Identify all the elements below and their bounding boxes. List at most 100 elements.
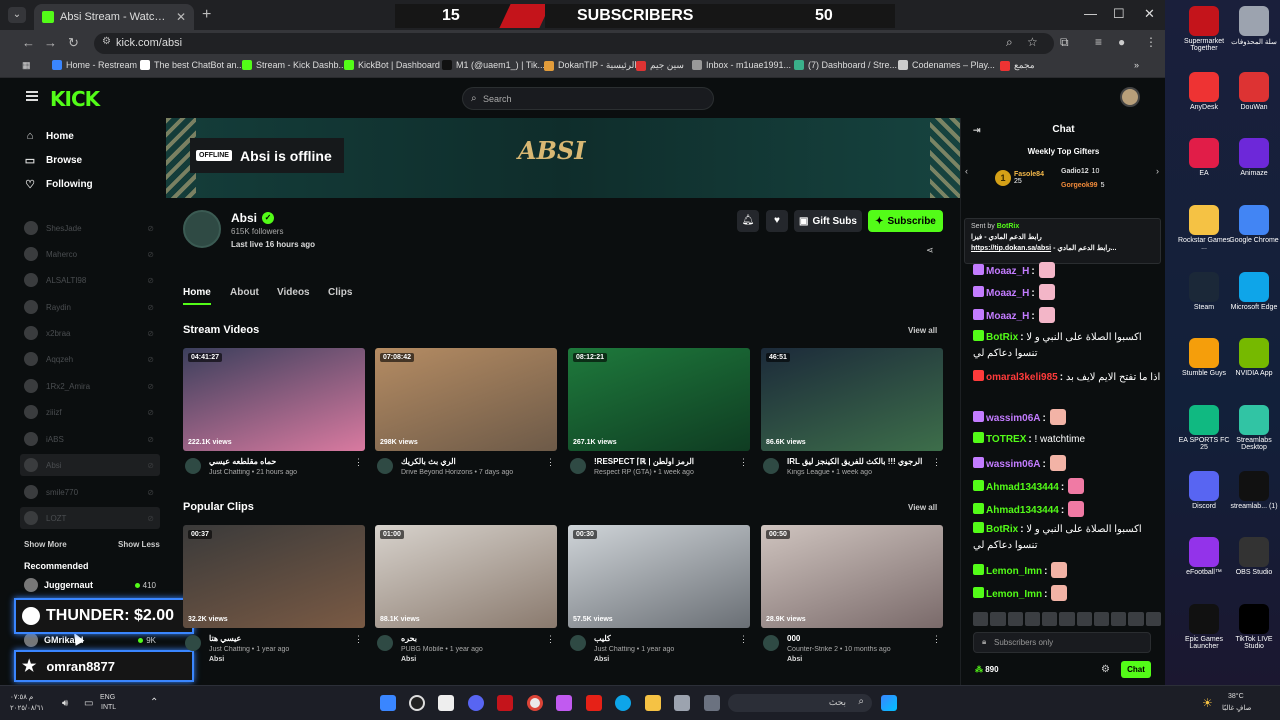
pinned-link[interactable]: https://tip.dokan.sa/absi xyxy=(971,245,1051,252)
tab-clips[interactable]: Clips xyxy=(328,287,352,298)
more-options-icon[interactable]: ⋮ xyxy=(739,634,748,645)
close-tab-icon[interactable]: ✕ xyxy=(176,10,186,24)
desktop-shortcut[interactable]: Google Chrome xyxy=(1227,205,1280,244)
emote-icon[interactable] xyxy=(1111,612,1127,626)
bookmark-7[interactable]: سين جيم xyxy=(636,60,684,71)
desktop-shortcut[interactable]: OBS Studio xyxy=(1227,537,1280,576)
clip-card[interactable]: 00:30 57.5K views كليب Just Chatting • 1 ye… xyxy=(568,525,750,663)
chat-message[interactable]: Moaaz_H: xyxy=(973,307,1161,325)
following-item[interactable]: iABS ⊘ xyxy=(20,428,160,450)
follow-heart-button[interactable]: ♥ xyxy=(766,210,788,232)
site-info-icon[interactable]: ⚙ xyxy=(102,36,111,47)
emote-icon[interactable] xyxy=(973,612,989,626)
weather-temp[interactable]: 38°C xyxy=(1228,693,1244,700)
bookmark-11[interactable]: مجمع xyxy=(1000,60,1035,71)
emote-icon[interactable] xyxy=(1145,612,1161,626)
emote-icon[interactable] xyxy=(1042,612,1058,626)
chat-message[interactable]: wassim06A: xyxy=(973,455,1161,473)
video-title[interactable]: IRL الرجوي !!! بالكث للفريق الكينجز ليق xyxy=(787,457,927,466)
desktop-shortcut[interactable]: AnyDesk xyxy=(1177,72,1231,111)
recommended-item[interactable]: Juggernaut 410 xyxy=(24,578,158,592)
zoom-icon[interactable]: ⌕ xyxy=(1006,35,1013,50)
chat-message[interactable]: BotRix: اكسبوا الصلاة على النبي و لا تنس… xyxy=(973,330,1161,362)
clip-card[interactable]: 01:00 88.1K views بحره PUBG Mobile • 1 year… xyxy=(375,525,557,663)
desktop-shortcut[interactable]: Rockstar Games ... xyxy=(1177,205,1231,251)
desktop-shortcut[interactable]: TikTok LIVE Studio xyxy=(1227,604,1280,650)
more-options-icon[interactable]: ⋮ xyxy=(739,457,748,468)
show-more-button[interactable]: Show More xyxy=(24,540,67,549)
sidebar-item-following[interactable]: ♡ Following xyxy=(24,178,93,191)
collapse-chat-icon[interactable]: ⇥ xyxy=(973,118,981,142)
discord-taskbar-icon[interactable] xyxy=(468,695,484,711)
menu-dots-icon[interactable]: ⋮ xyxy=(1145,35,1157,49)
input-language[interactable]: ENG xyxy=(100,694,115,701)
gifters-prev-icon[interactable]: ‹ xyxy=(965,166,968,176)
following-item[interactable]: Raydin ⊘ xyxy=(20,296,160,318)
channel-avatar-small[interactable] xyxy=(185,635,201,651)
chat-message[interactable]: Moaaz_H: xyxy=(973,284,1161,302)
apps-icon[interactable]: ▦ xyxy=(22,60,31,71)
more-options-icon[interactable]: ⋮ xyxy=(354,634,363,645)
bookmark-9[interactable]: (7) Dashboard / Stre... xyxy=(794,60,897,70)
tab-about[interactable]: About xyxy=(230,287,259,298)
pinned-message[interactable]: Sent by BotRix رابط الدعم المادي - فيزا … xyxy=(964,218,1161,264)
reload-icon[interactable]: ↻ xyxy=(68,35,79,51)
following-item[interactable]: Aqqzeh ⊘ xyxy=(20,348,160,370)
chat-message[interactable]: wassim06A: xyxy=(973,409,1161,427)
desktop-shortcut[interactable]: Stumble Guys xyxy=(1177,338,1231,377)
chat-input[interactable]: 🔒︎ Subscribers only xyxy=(973,632,1151,653)
video-title[interactable]: حماه مقلطعه عيسي xyxy=(209,457,349,466)
emote-icon[interactable] xyxy=(1059,612,1075,626)
chat-username[interactable]: TOTREX xyxy=(986,434,1026,445)
chat-message[interactable]: Ahmad1343444: xyxy=(973,501,1161,519)
taskbar-app-icon[interactable] xyxy=(704,695,720,711)
following-item[interactable]: smile770 ⊘ xyxy=(20,481,160,503)
desktop-shortcut[interactable]: Microsoft Edge xyxy=(1227,272,1280,311)
taskbar-app-icon[interactable] xyxy=(409,695,425,711)
desktop-shortcut[interactable]: EA SPORTS FC 25 xyxy=(1177,405,1231,451)
desktop-shortcut[interactable]: NVIDIA App xyxy=(1227,338,1280,377)
clip-author[interactable]: Absi xyxy=(594,656,609,663)
bookmark-2[interactable]: The best ChatBot an... xyxy=(140,60,244,70)
chat-username[interactable]: BotRix xyxy=(986,524,1018,535)
clip-thumbnail[interactable]: 00:37 32.2K views xyxy=(183,525,365,628)
clip-title[interactable]: كليب xyxy=(594,634,734,643)
emote-icon[interactable] xyxy=(1093,612,1110,626)
top-gifter-3[interactable]: Gorgeok99 5 xyxy=(1061,182,1104,189)
desktop-shortcut[interactable]: streamlab... (1) xyxy=(1227,471,1280,510)
chat-message[interactable]: Lemon_Imn: xyxy=(973,562,1161,580)
channel-avatar-small[interactable] xyxy=(377,458,393,474)
desktop-shortcut[interactable]: Epic Games Launcher xyxy=(1177,604,1231,650)
chat-username[interactable]: Moaaz_H xyxy=(986,311,1029,322)
more-options-icon[interactable]: ⋮ xyxy=(932,634,941,645)
video-thumbnail[interactable]: 46:51 86.6K views xyxy=(761,348,943,451)
new-tab-icon[interactable]: + xyxy=(202,6,211,24)
chat-username[interactable]: BotRix xyxy=(986,332,1018,343)
taskbar-app-icon[interactable] xyxy=(380,695,396,711)
clip-title[interactable]: 000 xyxy=(787,634,927,643)
bookmark-1[interactable]: Home - Restream xyxy=(52,60,137,70)
following-item[interactable]: ziiizf ⊘ xyxy=(20,401,160,423)
volume-icon[interactable]: 🔊︎ xyxy=(62,698,68,709)
clip-thumbnail[interactable]: 00:50 28.9K views xyxy=(761,525,943,628)
clip-author[interactable]: Absi xyxy=(401,656,416,663)
video-title[interactable]: الري بث بالكريك xyxy=(401,457,541,466)
show-less-button[interactable]: Show Less xyxy=(118,540,160,549)
taskbar-search-input[interactable]: بحث ⌕ xyxy=(728,694,872,712)
tray-expand-icon[interactable]: ⌃ xyxy=(150,697,158,708)
video-card[interactable]: 08:12:21 267.1K views !RESPECT ⌈ℝ | الرمز … xyxy=(568,348,750,486)
tab-videos[interactable]: Videos xyxy=(277,287,310,298)
desktop-shortcut[interactable]: Supermarket Together xyxy=(1177,6,1231,52)
desktop-shortcut[interactable]: EA xyxy=(1177,138,1231,177)
forward-icon[interactable]: → xyxy=(44,35,57,50)
channel-avatar-small[interactable] xyxy=(570,458,586,474)
desktop-shortcut[interactable]: Discord xyxy=(1177,471,1231,510)
url-field[interactable]: ⚙ kick.com/absi xyxy=(94,33,1054,54)
chat-username[interactable]: Ahmad1343444 xyxy=(986,482,1059,493)
following-item-active[interactable]: Absi ⊘ xyxy=(20,454,160,476)
emote-icon[interactable] xyxy=(1024,612,1041,626)
recommended-item[interactable]: GMrikard 9K xyxy=(24,633,158,647)
emote-icon[interactable] xyxy=(1007,612,1023,626)
clip-title[interactable]: بحره xyxy=(401,634,541,643)
share-icon[interactable]: ⋖ xyxy=(926,245,934,256)
